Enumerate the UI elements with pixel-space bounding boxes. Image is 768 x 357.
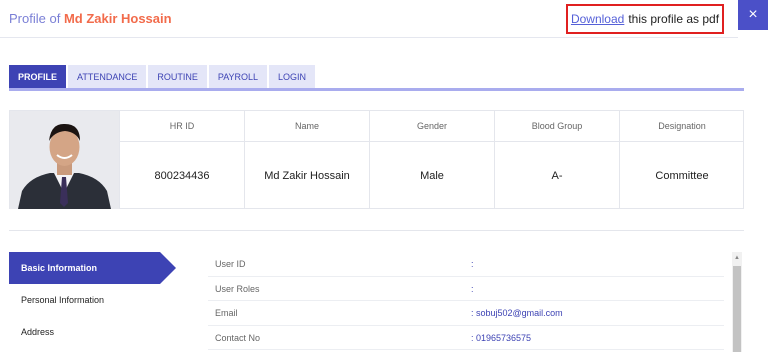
scroll-up-arrow-icon[interactable]: ▲ [734,255,740,261]
value-name: Md Zakir Hossain [264,169,350,182]
header-hr-id: HR ID [120,111,244,142]
value-blood-group: A- [551,169,563,182]
page-title: Profile of Md Zakir Hossain [9,11,172,26]
label-email: Email [215,308,238,318]
value-email: : sobuj502@gmail.com [471,308,563,318]
tab-underline [9,88,744,91]
close-button[interactable]: × [738,0,768,30]
summary-col-hrid: HR ID 800234436 [119,111,244,209]
value-user-roles: : [471,283,474,294]
info-sidebar: Basic Information Personal Information A… [9,252,176,348]
info-row-contact-no: Contact No : 01965736575 [208,326,724,350]
value-user-id: : [471,259,474,269]
sidebar-item-personal-information[interactable]: Personal Information [9,284,160,316]
section-divider [9,230,744,231]
header-blood-group: Blood Group [495,111,619,142]
label-user-id: User ID [215,259,246,269]
profile-photo [10,111,119,209]
header-name: Name [245,111,369,142]
download-pdf-box: Download this profile as pdf [566,4,724,34]
summary-col-gender: Gender Male [369,111,494,209]
summary-col-designation: Designation Committee [619,111,744,209]
tab-profile[interactable]: PROFILE [9,65,67,89]
label-contact-no: Contact No [215,332,261,343]
tab-routine[interactable]: ROUTINE [148,65,207,89]
panel-scrollbar[interactable]: ▲ [732,252,742,352]
tab-attendance[interactable]: ATTENDANCE [68,65,147,89]
info-row-email: Email : sobuj502@gmail.com [208,301,724,326]
value-hr-id: 800234436 [154,169,210,182]
label-user-roles: User Roles [215,283,260,294]
value-designation: Committee [655,169,709,182]
basic-information-panel: User ID : User Roles : Email : sobuj502@… [208,252,724,350]
header-gender: Gender [370,111,494,142]
tab-login[interactable]: LOGIN [269,65,316,89]
sidebar-item-address[interactable]: Address [9,316,160,348]
sidebar-item-basic-information[interactable]: Basic Information [9,252,176,284]
profile-tabs: PROFILE ATTENDANCE ROUTINE PAYROLL LOGIN [9,65,317,89]
summary-col-blood-group: Blood Group A- [494,111,619,209]
download-suffix: this profile as pdf [628,12,720,26]
tab-payroll[interactable]: PAYROLL [208,65,268,89]
value-gender: Male [420,169,444,182]
scrollbar-thumb[interactable] [733,266,741,352]
info-row-user-id: User ID : [208,252,724,277]
info-row-user-roles: User Roles : [208,277,724,301]
title-name: Md Zakir Hossain [63,11,172,26]
summary-col-name: Name Md Zakir Hossain [244,111,369,209]
download-link[interactable]: Download [571,12,624,26]
close-icon: × [748,6,758,23]
profile-summary-table: HR ID 800234436 Name Md Zakir Hossain Ge… [9,110,744,209]
modal-header: Profile of Md Zakir Hossain Download thi… [0,0,738,38]
title-prefix: Profile of [9,11,61,26]
header-designation: Designation [620,111,744,142]
value-contact-no: : 01965736575 [471,332,532,343]
